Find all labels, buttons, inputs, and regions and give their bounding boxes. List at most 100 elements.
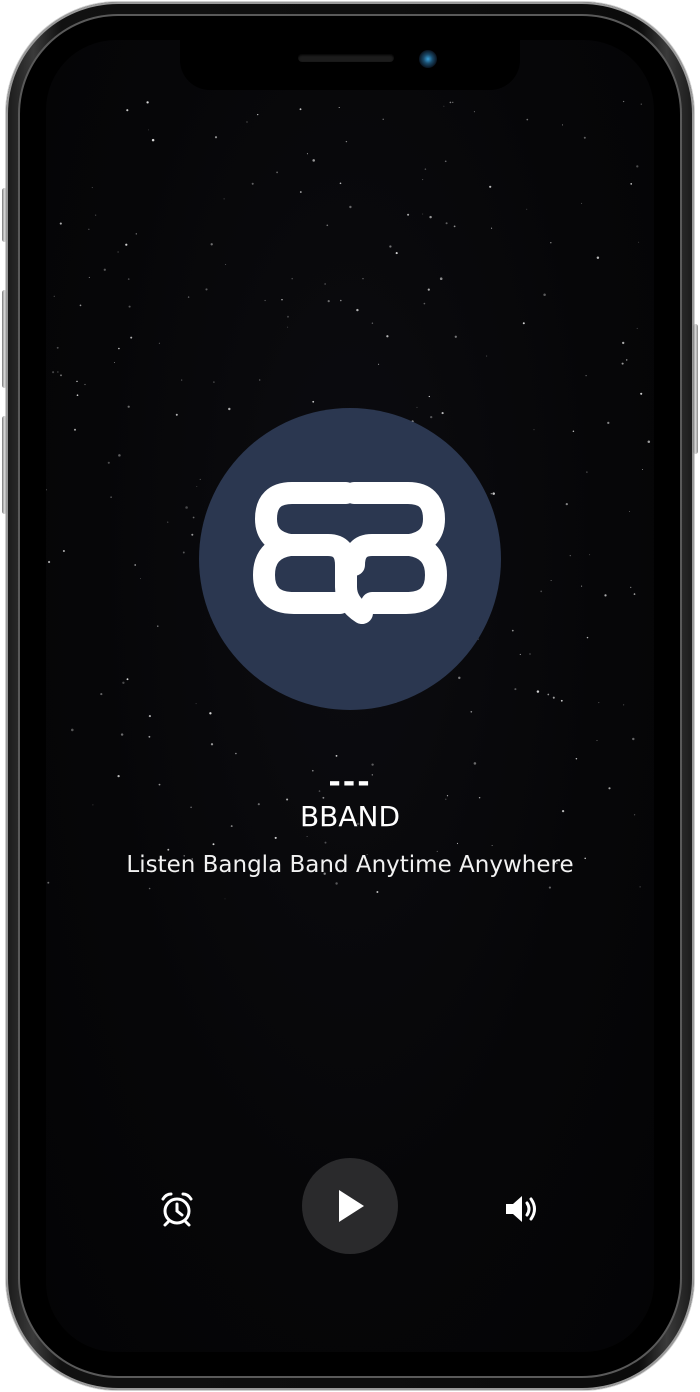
star xyxy=(636,165,639,168)
star xyxy=(492,492,495,495)
star xyxy=(140,578,141,580)
star xyxy=(246,121,248,123)
star xyxy=(146,101,149,104)
star xyxy=(324,283,326,285)
star xyxy=(210,743,214,746)
star xyxy=(95,214,97,216)
star xyxy=(274,836,277,839)
star xyxy=(585,374,587,377)
star xyxy=(210,243,213,246)
star xyxy=(416,406,418,408)
star xyxy=(196,485,198,487)
star xyxy=(636,327,638,329)
star xyxy=(562,124,564,126)
star xyxy=(607,421,610,425)
star xyxy=(560,699,563,702)
star xyxy=(422,179,424,181)
star xyxy=(157,625,159,627)
star xyxy=(100,693,103,696)
star xyxy=(291,277,293,280)
star xyxy=(326,224,329,227)
star xyxy=(120,733,124,736)
volume-up-button xyxy=(2,290,7,388)
star xyxy=(299,108,302,111)
star xyxy=(148,887,151,890)
star xyxy=(598,702,600,704)
star xyxy=(423,302,426,305)
star xyxy=(642,469,643,471)
star xyxy=(214,136,218,139)
star xyxy=(57,371,59,373)
star xyxy=(167,521,169,523)
star xyxy=(533,429,535,431)
star xyxy=(199,478,201,480)
star xyxy=(439,277,443,280)
alarm-button[interactable] xyxy=(154,1186,200,1232)
star xyxy=(371,322,374,324)
star xyxy=(526,118,529,121)
star xyxy=(552,696,555,699)
star xyxy=(56,346,59,349)
star xyxy=(429,215,432,219)
star xyxy=(287,326,289,328)
star xyxy=(575,758,578,760)
star xyxy=(452,101,454,103)
play-icon xyxy=(339,1190,364,1222)
earpiece-speaker xyxy=(298,54,394,62)
play-button[interactable] xyxy=(302,1158,398,1254)
star xyxy=(125,243,128,246)
star xyxy=(623,704,625,706)
star xyxy=(88,276,90,278)
star xyxy=(84,383,86,386)
star xyxy=(445,222,448,225)
star xyxy=(306,835,308,838)
star xyxy=(489,185,492,188)
star xyxy=(640,392,643,395)
star xyxy=(76,380,78,383)
star xyxy=(473,111,475,113)
star xyxy=(639,886,641,888)
star xyxy=(621,362,624,365)
star xyxy=(148,129,150,131)
star xyxy=(622,100,625,103)
star xyxy=(212,843,215,846)
app-tagline: Listen Bangla Band Anytime Anywhere xyxy=(126,852,574,878)
star xyxy=(453,225,456,228)
bband-logo-icon xyxy=(253,482,447,624)
star xyxy=(519,653,521,655)
star xyxy=(456,842,459,845)
star xyxy=(158,342,160,344)
star xyxy=(581,202,583,204)
star xyxy=(628,511,630,513)
star xyxy=(514,688,517,691)
star xyxy=(91,187,93,189)
star xyxy=(134,564,137,566)
star xyxy=(491,227,493,229)
star xyxy=(52,371,55,374)
star xyxy=(340,299,342,302)
app-logo xyxy=(199,408,501,710)
star xyxy=(126,678,129,681)
star xyxy=(543,293,546,296)
star xyxy=(382,118,384,120)
star xyxy=(633,593,636,595)
star xyxy=(430,415,433,419)
star xyxy=(444,160,447,163)
alarm-clock-icon xyxy=(161,1192,193,1227)
star xyxy=(550,241,552,244)
star xyxy=(47,881,50,884)
star xyxy=(118,347,120,350)
star xyxy=(625,359,628,361)
star xyxy=(312,400,315,403)
star xyxy=(107,461,110,464)
star xyxy=(324,841,327,844)
volume-button[interactable] xyxy=(498,1186,544,1232)
star xyxy=(547,693,550,696)
star xyxy=(114,362,115,363)
star xyxy=(647,440,651,443)
star xyxy=(88,228,90,230)
power-button xyxy=(693,324,698,454)
star xyxy=(312,159,315,162)
star xyxy=(422,213,424,215)
star xyxy=(185,506,188,509)
